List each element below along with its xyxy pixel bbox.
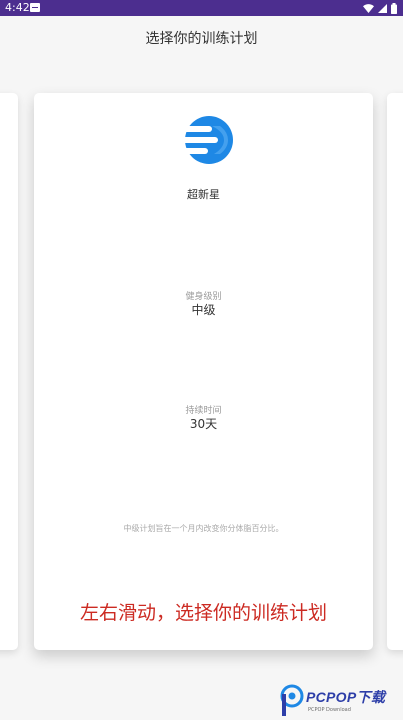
- plan-logo-icon: [184, 116, 233, 164]
- status-time: 4:42: [5, 1, 30, 14]
- watermark-subtext: PCPOP Download: [308, 707, 351, 713]
- watermark: PCPOP下载 PCPOP Download: [280, 684, 403, 720]
- battery-icon: [391, 2, 397, 14]
- notification-icon: [30, 3, 40, 12]
- status-icons: [363, 2, 397, 14]
- next-plan-card[interactable]: [387, 93, 403, 650]
- screen: 4:42 选择你的训练计划 超新星 健身级别 中级 持续时间 30天 中级计划旨…: [0, 0, 403, 720]
- duration-label: 持续时间: [185, 406, 222, 416]
- fitness-level-value: 中级: [191, 303, 216, 317]
- watermark-text: PCPOP下载: [306, 689, 386, 705]
- status-bar: 4:42: [0, 0, 403, 16]
- swipe-hint-caption: 左右滑动，选择你的训练计划: [79, 602, 327, 624]
- signal-icon: [378, 3, 387, 13]
- fitness-level-label: 健身级别: [185, 292, 222, 302]
- plan-card[interactable]: 超新星 健身级别 中级 持续时间 30天 中级计划旨在一个月内改变你分体脂百分比…: [34, 93, 373, 650]
- page-title: 选择你的训练计划: [145, 31, 258, 47]
- duration-value: 30天: [189, 417, 218, 431]
- plan-description: 中级计划旨在一个月内改变你分体脂百分比。: [123, 524, 284, 533]
- plan-level-name: 超新星: [187, 188, 220, 201]
- previous-plan-card[interactable]: [0, 93, 18, 650]
- wifi-icon: [363, 3, 374, 13]
- pcpop-logo-icon: [280, 684, 304, 716]
